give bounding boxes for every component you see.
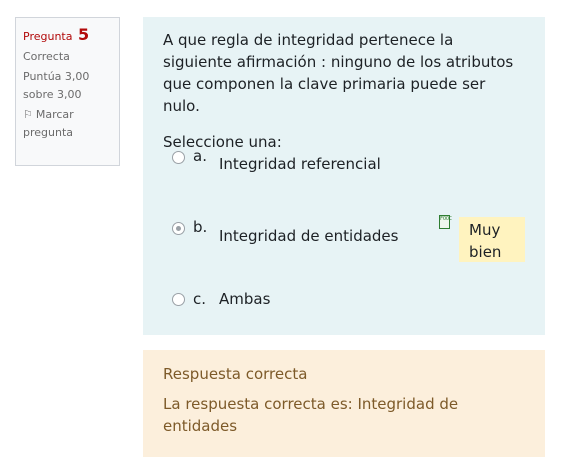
correct-mark-icon: FOOC [439,215,452,229]
answer-a-letter: a. [193,147,207,165]
flag-label-line-2: pregunta [23,126,74,139]
grade-line-1: Puntúa 3,00 [23,70,90,83]
answer-c-text[interactable]: Ambas [219,290,270,308]
outcome-panel: Respuesta correcta La respuesta correcta… [143,350,545,457]
question-info-panel: Pregunta 5 Correcta Puntúa 3,00 sobre 3,… [15,17,120,166]
question-heading: Pregunta 5 [23,26,112,46]
outcome-status: Respuesta correcta [163,365,308,383]
right-answer-text: La respuesta correcta es: Integridad de … [163,395,459,435]
answer-b-text[interactable]: Integridad de entidades [219,227,398,245]
answer-b-radio[interactable] [172,222,185,235]
answer-a-radio[interactable] [172,151,185,164]
question-label: Pregunta [23,30,73,43]
answer-a-text[interactable]: Integridad referencial [219,155,381,173]
flag-icon: ⚐ [23,108,33,121]
grade-line-2: sobre 3,00 [23,88,82,101]
question-grade: Puntúa 3,00 sobre 3,00 [23,68,112,104]
answer-c-radio[interactable] [172,293,185,306]
flag-question-link[interactable]: ⚐ Marcar pregunta [23,106,112,142]
flag-label-line-1: Marcar [35,108,74,121]
answer-prompt: Seleccione una: [163,133,282,151]
answer-b-letter: b. [193,218,208,236]
question-text: A que regla de integridad pertenece la s… [163,31,514,115]
question-number: 5 [77,25,90,44]
answer-feedback: Muy bien [459,217,525,262]
answer-c-letter: c. [193,290,207,308]
question-content: A que regla de integridad pertenece la s… [143,17,545,335]
question-state: Correcta [23,50,70,63]
